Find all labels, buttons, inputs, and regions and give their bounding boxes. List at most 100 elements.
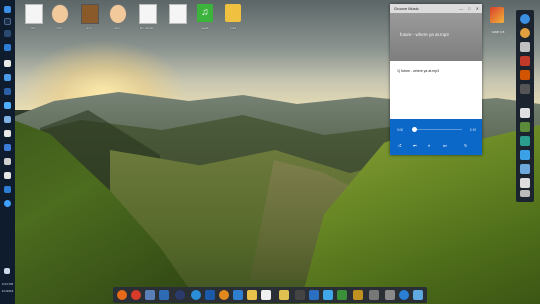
app-icon[interactable] [520,84,530,94]
photoshop-icon[interactable] [309,290,319,300]
desktop-icon-label: xhh [56,26,62,30]
app-icon[interactable] [4,74,11,81]
desktop-icon-label: tea2t [201,26,209,30]
desktop-icon-label: S3 [31,26,35,30]
desktop-icon-label: GIMP 2.8 [491,30,505,34]
pause-button[interactable]: ⏸ [428,143,430,148]
files-icon[interactable] [233,290,243,300]
search-icon[interactable] [4,18,11,25]
seek-knob[interactable] [412,127,417,132]
app-icon[interactable] [4,172,11,179]
store-icon[interactable] [520,190,530,197]
groove-music-window: Groove Music — □ ✕ future - where ya at.… [390,4,482,155]
mail-icon[interactable] [159,290,169,300]
start-icon[interactable] [4,6,11,13]
avatar-icon [81,4,99,24]
file-icon [25,4,43,24]
browser-icon[interactable] [520,14,530,24]
desktop-icon-gimp[interactable]: GIMP 2.8 [487,5,509,35]
recycle-icon[interactable] [385,290,395,300]
app-icon[interactable] [4,88,11,95]
duration-time: 2:19 [469,128,476,132]
desktop-icon-label: Fuld [230,26,236,30]
window-title: Groove Music [394,6,419,11]
app-icon[interactable] [4,158,11,165]
music-icon[interactable] [323,290,333,300]
folder-icon [225,4,241,22]
taskview-icon[interactable] [4,30,11,37]
desktop-icon[interactable]: ♫ tea2t [194,3,216,33]
store-icon[interactable] [279,290,289,300]
face-icon [109,4,127,24]
photos-icon[interactable] [520,42,530,52]
cube-icon[interactable] [369,290,379,300]
app-icon[interactable] [4,60,11,67]
document-icon [169,4,187,24]
edge-icon[interactable] [191,290,201,300]
file-icon [139,4,157,24]
shuffle-button[interactable]: ⤮ [398,143,401,148]
playlist-item[interactable]: 1) future - where ya at.mp3 [397,69,439,73]
face-icon [51,4,69,24]
app-icon[interactable] [413,290,423,300]
elapsed-time: 0:00 [397,128,404,132]
photos-icon[interactable] [247,290,257,300]
desktop-icon-label: ai-h [86,26,92,30]
title-bar[interactable]: Groove Music — □ ✕ [390,4,482,13]
app-icon[interactable] [4,116,11,123]
cube-icon[interactable] [520,122,530,132]
firefox-icon[interactable] [117,290,127,300]
camera-icon[interactable] [353,290,363,300]
app-icon[interactable] [4,144,11,151]
repeat-button[interactable]: ↻ [464,143,467,148]
maximize-button[interactable]: □ [468,6,470,11]
progress-bar[interactable] [412,129,462,130]
desktop-icon-label: Ahe [114,26,120,30]
desktop-icon[interactable]: Flv Vandor [136,3,158,33]
minimize-button[interactable]: — [459,6,463,11]
mail-icon[interactable] [520,136,530,146]
right-dock [516,10,534,202]
desktop-icon[interactable]: Fuld [222,3,244,33]
playback-controls: 0:00 2:19 ⤮ ⏮ ⏸ ⏭ ↻ [390,119,482,155]
game-icon[interactable] [520,70,530,80]
settings-icon[interactable] [145,290,155,300]
gimp-icon[interactable] [261,290,271,300]
app-icon[interactable] [4,44,11,51]
clock-date: 1/1/2016 [1,289,14,293]
desktop-icon[interactable]: S3 [22,3,44,33]
desktop-icon[interactable] [166,3,188,33]
bin-icon[interactable] [399,290,409,300]
previous-button[interactable]: ⏮ [413,143,417,148]
app-icon[interactable] [4,130,11,137]
terminal-icon[interactable] [295,290,305,300]
next-button[interactable]: ⏭ [443,143,447,148]
now-playing-title: future - where ya at.mp3 [400,32,449,37]
note-icon[interactable] [520,108,530,118]
desktop-icon[interactable]: ai-h [78,3,100,33]
paint-icon[interactable] [520,56,530,66]
chrome-icon[interactable] [131,290,141,300]
desktop-icon[interactable]: xhh [48,3,70,33]
clock[interactable]: 9:23 PM 1/1/2016 [0,282,15,300]
app-icon[interactable] [4,200,11,207]
app-icon[interactable] [4,102,11,109]
gimp-icon [490,7,504,23]
notes-icon[interactable] [337,290,347,300]
left-taskbar: 9:23 PM 1/1/2016 [0,0,15,304]
globe-icon[interactable] [520,28,530,38]
notification-icon[interactable] [4,268,10,274]
music-file-icon: ♫ [197,4,213,22]
app-icon[interactable] [4,186,11,193]
bottom-dock [113,287,427,303]
steam-icon[interactable] [205,290,215,300]
desktop-icon[interactable]: Ahe [106,3,128,33]
calendar-icon[interactable] [219,290,229,300]
video-icon[interactable] [175,290,185,300]
now-playing-header: future - where ya at.mp3 [390,13,482,61]
monitor-icon[interactable] [520,164,530,174]
desktop-icon-label: Flv Vandor [139,26,155,30]
tag-icon[interactable] [520,150,530,160]
trash-icon[interactable] [520,178,530,188]
close-button[interactable]: ✕ [476,6,479,11]
